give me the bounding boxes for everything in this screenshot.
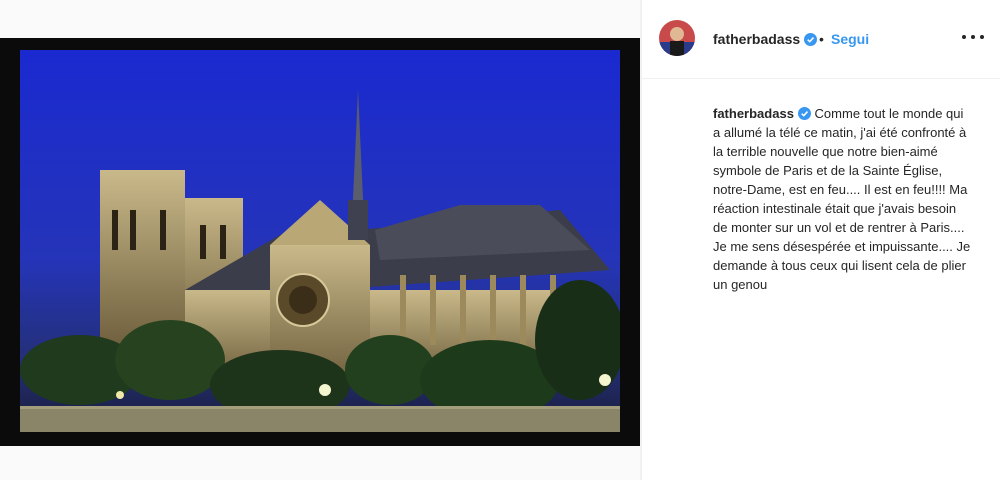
header-username-text[interactable]: fatherbadass — [713, 31, 800, 47]
more-dot — [980, 35, 984, 39]
caption-text: Comme tout le monde qui a allumé la télé… — [713, 106, 971, 292]
media-pane — [0, 0, 640, 480]
caption-username[interactable]: fatherbadass — [713, 106, 794, 121]
verified-badge-icon — [804, 33, 818, 46]
more-dot — [971, 35, 975, 39]
avatar-image — [659, 20, 695, 56]
post-photo[interactable] — [0, 38, 640, 446]
header-username[interactable]: fatherbadass — [713, 31, 818, 47]
separator-dot: • — [819, 31, 824, 47]
post-caption: fatherbadass Comme tout le monde qui a a… — [713, 104, 973, 294]
post-side-panel: fatherbadass • Segui fatherbadass Comme … — [641, 0, 1000, 480]
post-header: fatherbadass • Segui — [642, 0, 1000, 79]
caption-fade — [642, 316, 1000, 356]
verified-badge-icon — [797, 107, 811, 120]
notre-dame-photo — [20, 50, 620, 432]
follow-button[interactable]: Segui — [831, 31, 869, 47]
more-dot — [962, 35, 966, 39]
avatar[interactable] — [659, 20, 695, 56]
more-options-icon[interactable] — [960, 26, 986, 46]
